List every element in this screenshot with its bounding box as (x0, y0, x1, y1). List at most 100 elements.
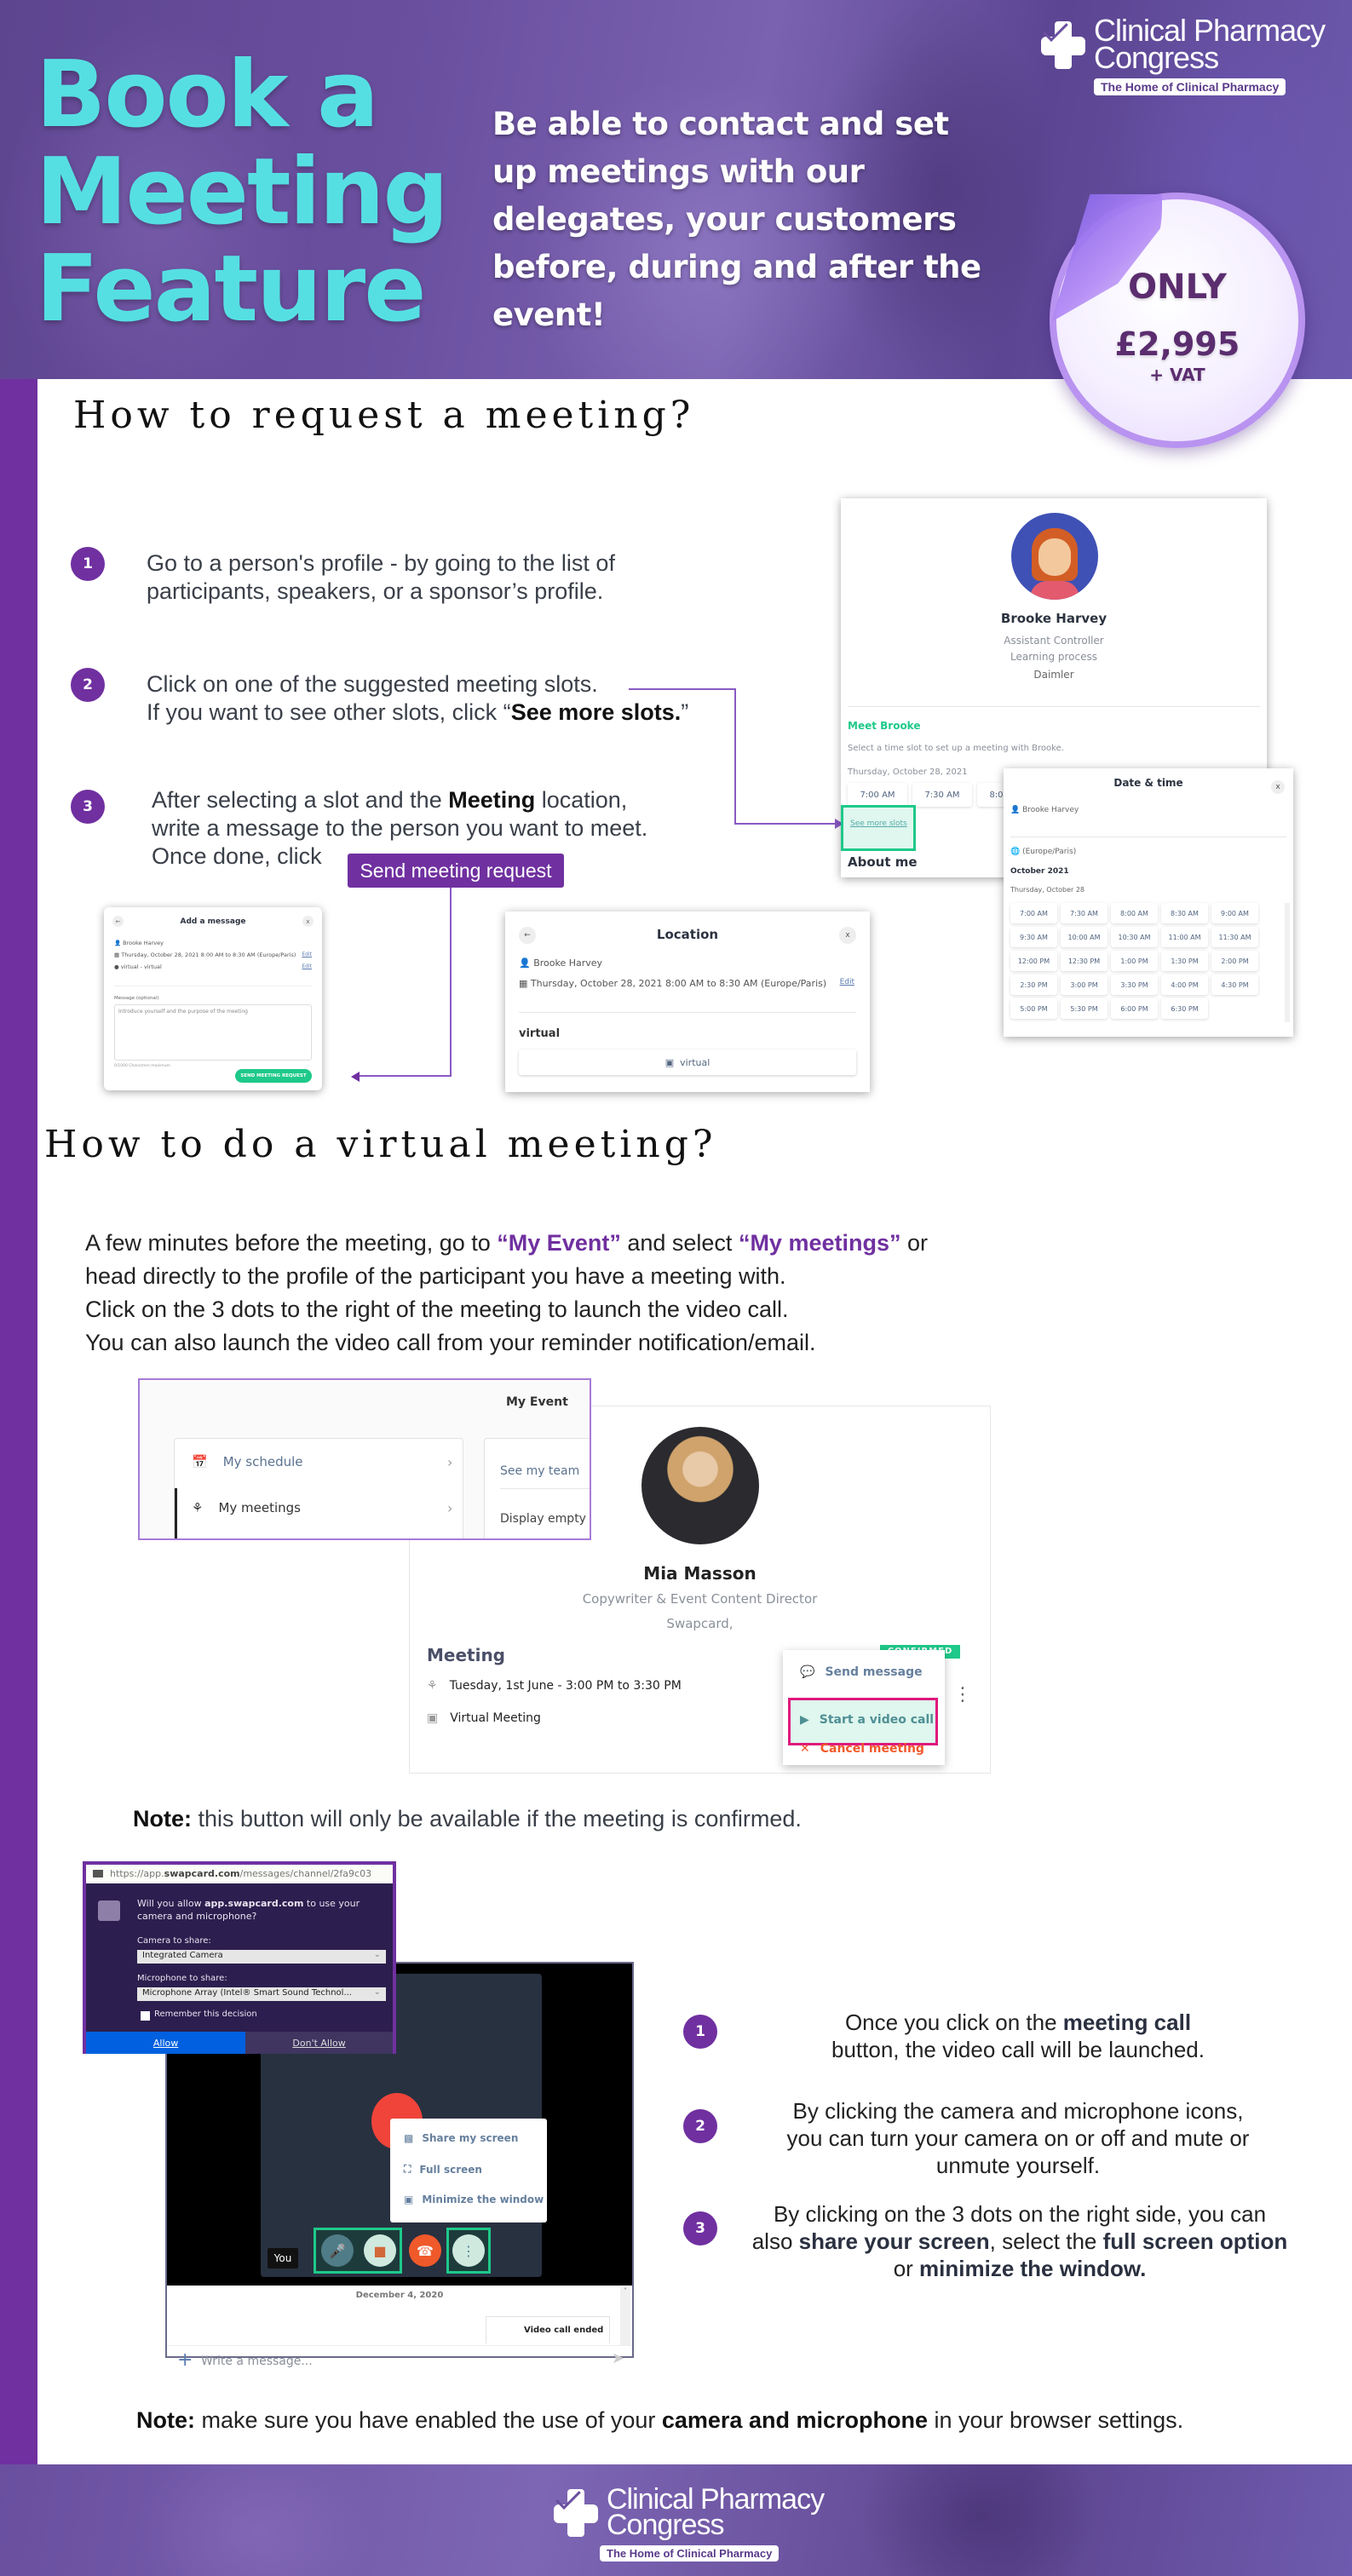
logo: Clinical Pharmacy Congress The Home of C… (1039, 15, 1326, 95)
time-slot[interactable]: 10:00 AM (1061, 927, 1107, 947)
message-composer: + Write a message... ➤ (167, 2345, 632, 2393)
time-slot[interactable]: 7:30 AM (1061, 903, 1107, 923)
time-slot[interactable]: 2:00 PM (1211, 951, 1258, 971)
send-meeting-request-button[interactable]: SEND MEETING REQUEST (235, 1069, 312, 1083)
menu-item-full-screen[interactable]: ⛶ Full screen (404, 2163, 482, 2176)
menu-item-start-video-call[interactable]: ▶ Start a video call (800, 1713, 934, 1727)
emphasis: meeting call (1062, 2010, 1192, 2035)
note-browser-settings: Note: make sure you have enabled the use… (136, 2407, 1183, 2434)
more-options-icon[interactable]: ⋮ (452, 2234, 485, 2267)
person-name: Brooke Harvey (533, 957, 603, 969)
location-modal: ← Location x 👤 Brooke Harvey ▦ Thursday,… (505, 911, 870, 1092)
text-line: You can also launch the video call from … (85, 1330, 816, 1355)
logo-tagline: The Home of Clinical Pharmacy (1094, 78, 1286, 95)
virtual-location-option[interactable]: ▣ virtual (519, 1049, 856, 1075)
camera-off-icon[interactable]: ■ (364, 2234, 396, 2267)
display-empty-toggle[interactable]: Display empty (500, 1512, 586, 1526)
video-options-menu: ▩ Share my screen ⛶ Full screen ▣ Minimize … (390, 2119, 547, 2222)
my-event-side-panel: See my team Display empty (484, 1438, 590, 1538)
meet-description: Select a time slot to set up a meeting w… (848, 744, 1064, 753)
time-slot[interactable]: 3:30 PM (1111, 975, 1158, 995)
time-slot[interactable]: 3:00 PM (1061, 975, 1107, 995)
time-slot[interactable]: 7:00 AM (848, 783, 907, 807)
close-icon[interactable]: x (302, 916, 314, 927)
message-textarea[interactable]: Introduce yourself and the purpose of th… (114, 1004, 312, 1061)
menu-item-cancel-meeting[interactable]: ✕ Cancel meeting (800, 1742, 924, 1756)
time-slot[interactable]: 4:00 PM (1161, 975, 1208, 995)
time-slot[interactable]: 7:00 AM (1010, 903, 1057, 923)
note-label: Note: (136, 2407, 195, 2433)
chat-date: December 4, 2020 (355, 2291, 444, 2300)
text-line: A few minutes before the meeting, go to … (85, 1227, 1056, 1260)
chat-scrollbar[interactable]: ˄ (620, 2287, 630, 2345)
video-step-3-text: By clicking on the 3 dots on the right s… (726, 2200, 1314, 2282)
time-slot[interactable]: 7:30 AM (912, 783, 972, 807)
datetime-row: ▦ Thursday, October 28, 2021 8:00 AM to … (519, 978, 827, 989)
text-line: or minimize the window. (726, 2255, 1314, 2282)
dont-allow-button[interactable]: Don't Allow (245, 2032, 393, 2054)
time-slot[interactable]: 12:00 PM (1010, 951, 1057, 971)
microphone-icon[interactable]: 🎤 (321, 2234, 354, 2267)
edit-link[interactable]: Edit (840, 978, 854, 986)
time-slot[interactable]: 11:00 AM (1161, 927, 1208, 947)
step-text-line: If you want to see other slots, click “S… (147, 699, 688, 727)
time-slot[interactable]: 6:00 PM (1111, 998, 1158, 1019)
time-slot[interactable]: 9:00 AM (1211, 903, 1258, 923)
camera-icon (93, 1870, 103, 1877)
camera-select[interactable]: Integrated Camera ⌄ (137, 1950, 386, 1964)
tab-my-event[interactable]: My Event (506, 1395, 568, 1409)
message-input[interactable]: Write a message... (201, 2355, 313, 2368)
menu-item-label: My schedule (222, 1454, 303, 1469)
menu-item-my-schedule[interactable]: 📅 My schedule › (192, 1454, 452, 1470)
menu-item-label: Share my screen (422, 2132, 519, 2144)
time-slot[interactable]: 1:30 PM (1161, 951, 1208, 971)
menu-item-minimize[interactable]: ▣ Minimize the window (404, 2194, 544, 2205)
edit-location-link[interactable]: Edit (302, 963, 312, 969)
time-slot[interactable]: 5:30 PM (1061, 998, 1107, 1019)
remember-checkbox[interactable] (141, 2011, 150, 2021)
menu-item-share-screen[interactable]: ▩ Share my screen (404, 2132, 518, 2144)
allow-button[interactable]: Allow (86, 2032, 246, 2054)
time-slot[interactable]: 5:00 PM (1010, 998, 1057, 1019)
time-slot[interactable]: 8:00 AM (1111, 903, 1158, 923)
my-meetings-highlight: “My meetings” (738, 1230, 901, 1256)
see-more-slots-link[interactable]: See more slots (850, 819, 907, 828)
text-line: By clicking on the 3 dots on the right s… (773, 2201, 1267, 2227)
time-slot[interactable]: 12:30 PM (1061, 951, 1107, 971)
text-line: head directly to the profile of the part… (85, 1263, 786, 1289)
camera-label: Camera to share: (137, 1936, 211, 1946)
person-row: 👤 Brooke Harvey (519, 957, 603, 969)
time-slot[interactable]: 10:30 AM (1111, 927, 1158, 947)
time-slot[interactable]: 9:30 AM (1010, 927, 1057, 947)
address-bar: https://app.swapcard.com/messages/channe… (86, 1865, 393, 1883)
time-slot[interactable]: 1:00 PM (1111, 951, 1158, 971)
time-slot[interactable]: 8:30 AM (1161, 903, 1208, 923)
see-my-team-link[interactable]: See my team (500, 1464, 579, 1478)
time-slot[interactable]: 6:30 PM (1161, 998, 1208, 1019)
send-icon[interactable]: ➤ (612, 2349, 624, 2367)
time-slot[interactable]: 11:30 AM (1211, 927, 1258, 947)
datetime: Thursday, October 28, 2021 8:00 AM to 8:… (121, 952, 296, 958)
menu-item-send-message[interactable]: 💬 Send message (800, 1665, 923, 1679)
edit-datetime-link[interactable]: Edit (302, 952, 312, 957)
close-icon[interactable]: x (839, 927, 856, 944)
add-attachment-icon[interactable]: + (177, 2349, 193, 2371)
menu-item-my-meetings[interactable]: ⚘ My meetings › (192, 1500, 452, 1516)
hang-up-icon[interactable]: ☎ (409, 2234, 441, 2267)
profile-name: Mia Masson (643, 1563, 757, 1584)
text: After selecting a slot and the (152, 787, 449, 813)
more-options-icon[interactable]: ⋮ (953, 1686, 972, 1705)
add-message-modal: ← Add a message x 👤 Brooke Harvey ▦ Thur… (104, 907, 322, 1090)
time-slot[interactable]: 2:30 PM (1010, 975, 1057, 995)
send-meeting-request-button[interactable]: Send meeting request (348, 854, 564, 888)
profile-dept: Learning process (1010, 651, 1098, 663)
time-slot[interactable]: 4:30 PM (1211, 975, 1258, 995)
person-row: 👤 Brooke Harvey (114, 940, 164, 946)
modal-title: Date & time (1113, 777, 1183, 789)
hero-subtitle: Be able to contact and set up meetings w… (492, 101, 1004, 339)
hero-title: Book a Meeting Feature (36, 47, 449, 338)
close-icon[interactable]: x (1271, 780, 1285, 794)
scrollbar[interactable] (1285, 903, 1290, 1022)
microphone-select[interactable]: Microphone Array (Intel® Smart Sound Tec… (137, 1987, 386, 2001)
video-camera-icon (98, 1900, 120, 1921)
